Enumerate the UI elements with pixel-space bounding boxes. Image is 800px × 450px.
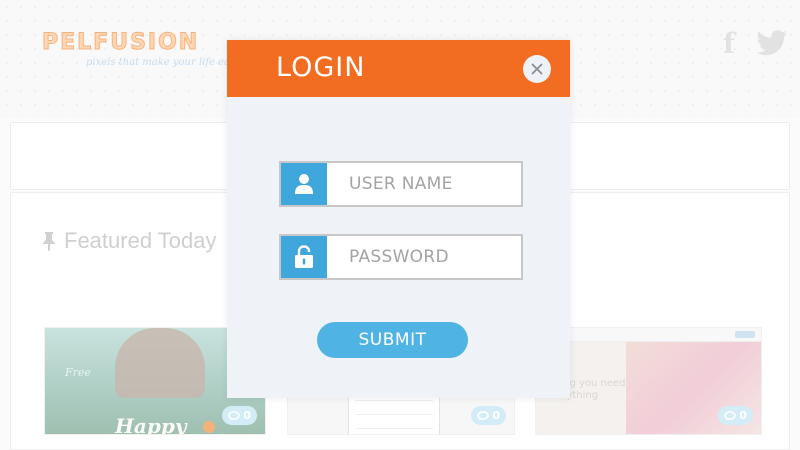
twitter-icon[interactable] — [756, 30, 788, 56]
logo-tagline: pixels that make your life eas — [86, 57, 236, 68]
featured-title: Featured Today — [64, 228, 217, 253]
comment-count: 0 — [492, 409, 500, 422]
submit-button[interactable]: SUBMIT — [317, 322, 468, 358]
site-logo[interactable]: PELFUSION pixels that make your life eas — [41, 30, 235, 69]
close-button[interactable] — [523, 55, 551, 83]
card-illustration — [115, 328, 205, 398]
login-modal: LOGIN SUBMIT — [227, 40, 570, 398]
comment-badge[interactable]: 0 — [718, 406, 753, 425]
password-field[interactable] — [279, 234, 568, 280]
comment-badge[interactable]: 0 — [222, 406, 257, 425]
comment-count: 0 — [243, 409, 251, 422]
comment-icon — [477, 410, 490, 420]
featured-heading: Featured Today — [40, 228, 216, 254]
logo-text: PELFUSION — [41, 30, 200, 56]
comment-icon — [228, 410, 241, 420]
modal-title: LOGIN — [276, 52, 366, 83]
pumpkin-icon — [203, 421, 215, 433]
comment-count: 0 — [739, 409, 747, 422]
password-input[interactable] — [327, 236, 568, 278]
facebook-icon[interactable]: f — [723, 30, 735, 58]
close-icon — [531, 63, 543, 75]
pin-icon — [43, 232, 55, 251]
card-image-text: Free — [65, 366, 91, 379]
username-input[interactable] — [327, 163, 568, 205]
lock-icon — [281, 236, 327, 278]
card-topbar-button — [735, 331, 755, 338]
user-icon — [281, 163, 327, 205]
username-field[interactable] — [279, 161, 568, 207]
comment-badge[interactable]: 0 — [471, 406, 506, 425]
card-image-text: Happy — [115, 414, 187, 435]
modal-header: LOGIN — [227, 40, 570, 97]
comment-icon — [724, 410, 737, 420]
